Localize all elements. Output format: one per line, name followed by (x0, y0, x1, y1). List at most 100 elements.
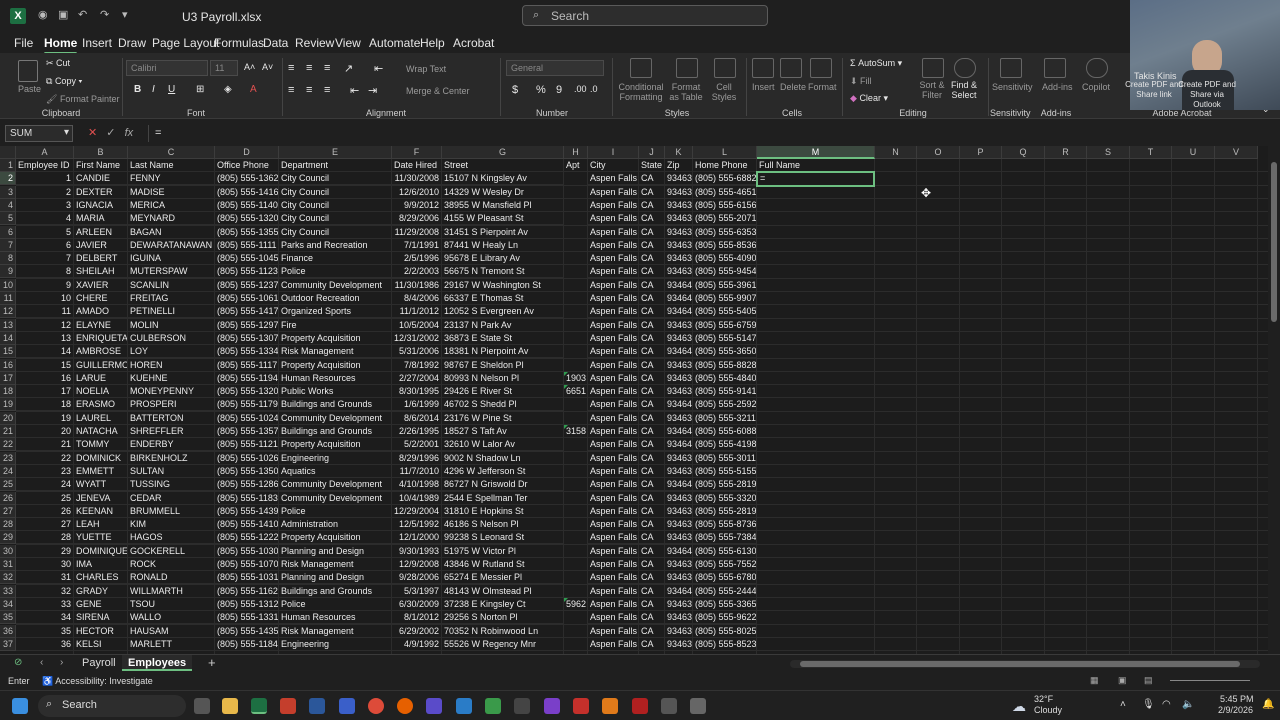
cell-B23[interactable]: DOMINICK (74, 451, 128, 465)
cell-D21[interactable]: (805) 555-1357 (215, 425, 279, 438)
cell-F7[interactable]: 7/1/1991 (392, 238, 442, 252)
tab-data[interactable]: Data (263, 36, 288, 50)
save-icon[interactable]: ▣ (58, 8, 68, 24)
normal-view-icon[interactable]: ▦ (1090, 675, 1099, 686)
cell-B36[interactable]: HECTOR (74, 624, 128, 638)
cell-B12[interactable]: AMADO (74, 305, 128, 319)
row-header[interactable]: 24 (0, 464, 16, 478)
cell-J36[interactable]: CA (639, 624, 665, 638)
cell-J10[interactable]: CA (639, 278, 665, 292)
currency-icon[interactable]: $ (512, 84, 518, 96)
cell-E13[interactable]: Fire (279, 318, 392, 332)
cell-J28[interactable]: CA (639, 518, 665, 532)
search-box[interactable]: ⌕ Search (522, 5, 768, 26)
cell-L7[interactable]: (805) 555-8536 (693, 238, 757, 252)
cell-F13[interactable]: 10/5/2004 (392, 318, 442, 332)
row-header[interactable]: 32 (0, 571, 16, 585)
cell-K13[interactable]: 93463 (665, 318, 693, 332)
cell-L12[interactable]: (805) 555-5405 (693, 305, 757, 319)
cell-L14[interactable]: (805) 555-5147 (693, 331, 757, 345)
row-header[interactable]: 27 (0, 504, 16, 518)
cell-K24[interactable]: 93463 (665, 464, 693, 478)
cell-K31[interactable]: 93463 (665, 558, 693, 571)
row-header[interactable]: 23 (0, 451, 16, 465)
cell-E19[interactable]: Buildings and Grounds (279, 398, 392, 412)
cell-E11[interactable]: Outdoor Recreation (279, 292, 392, 305)
cell-E7[interactable]: Parks and Recreation (279, 238, 392, 252)
cell-A18[interactable]: 17 (16, 385, 74, 399)
wrap-text-button[interactable]: Wrap Text (406, 64, 446, 74)
cell-L22[interactable]: (805) 555-4198 (693, 438, 757, 452)
column-header-A[interactable]: A (16, 146, 74, 159)
row-header[interactable]: 26 (0, 491, 16, 505)
cell-C8[interactable]: IGUINA (128, 252, 215, 266)
cell-A21[interactable]: 20 (16, 425, 74, 438)
cell-I23[interactable]: Aspen Falls (588, 451, 639, 465)
cell-L23[interactable]: (805) 555-3011 (693, 451, 757, 465)
cell-B6[interactable]: ARLEEN (74, 225, 128, 239)
cell-B21[interactable]: NATACHA (74, 425, 128, 438)
column-header-S[interactable]: S (1087, 146, 1130, 159)
cell-C31[interactable]: ROCK (128, 558, 215, 571)
tab-insert[interactable]: Insert (82, 36, 112, 50)
cell-K10[interactable]: 93464 (665, 278, 693, 292)
cell-L6[interactable]: (805) 555-6353 (693, 225, 757, 239)
cell-A24[interactable]: 23 (16, 464, 74, 478)
cell-G16[interactable]: 98767 E Sheldon Pl (442, 358, 564, 372)
row-header[interactable]: 30 (0, 544, 16, 558)
cell-E25[interactable]: Community Development (279, 478, 392, 492)
cell-K19[interactable]: 93464 (665, 398, 693, 412)
cell-B18[interactable]: NOELIA (74, 385, 128, 399)
cell-E2[interactable]: City Council (279, 172, 392, 186)
cell-B3[interactable]: DEXTER (74, 185, 128, 199)
cell-J27[interactable]: CA (639, 504, 665, 518)
clock-time[interactable]: 5:45 PM (1220, 694, 1254, 704)
cell-L29[interactable]: (805) 555-7384 (693, 531, 757, 545)
cell-L30[interactable]: (805) 555-6130 (693, 544, 757, 558)
cell-B33[interactable]: GRADY (74, 584, 128, 598)
cell-D24[interactable]: (805) 555-1350 (215, 464, 279, 478)
cell-F37[interactable]: 4/9/1992 (392, 637, 442, 651)
column-header-K[interactable]: K (665, 146, 693, 159)
cell-F33[interactable]: 5/3/1997 (392, 584, 442, 598)
cell-E4[interactable]: City Council (279, 198, 392, 212)
cell-L27[interactable]: (805) 555-2819 (693, 504, 757, 518)
row-header[interactable]: 25 (0, 478, 16, 492)
cell-C5[interactable]: MEYNARD (128, 212, 215, 226)
cell-I31[interactable]: Aspen Falls (588, 558, 639, 571)
insert-function-icon[interactable]: fx (125, 127, 134, 139)
cell-B28[interactable]: LEAH (74, 518, 128, 532)
cell-A33[interactable]: 32 (16, 584, 74, 598)
cell-F4[interactable]: 9/9/2012 (392, 198, 442, 212)
column-header-E[interactable]: E (279, 146, 392, 159)
cell-A26[interactable]: 25 (16, 491, 74, 505)
cell-I32[interactable]: Aspen Falls (588, 571, 639, 585)
cell-G6[interactable]: 31451 S Pierpoint Av (442, 225, 564, 239)
cell-L26[interactable]: (805) 555-3320 (693, 491, 757, 505)
column-header-I[interactable]: I (588, 146, 639, 159)
cell-J2[interactable]: CA (639, 172, 665, 186)
cell-I2[interactable]: Aspen Falls (588, 172, 639, 186)
cell-D6[interactable]: (805) 555-1355 (215, 225, 279, 239)
cell-A27[interactable]: 26 (16, 504, 74, 518)
cell-I17[interactable]: Aspen Falls (588, 371, 639, 385)
cell-G34[interactable]: 37238 E Kingsley Ct (442, 597, 564, 611)
row-header[interactable]: 28 (0, 518, 16, 532)
row-header[interactable]: 36 (0, 624, 16, 638)
microphone-icon[interactable]: 🎙 (1142, 699, 1155, 710)
row-header[interactable]: 2 (0, 172, 16, 186)
cell-F6[interactable]: 11/29/2008 (392, 225, 442, 239)
cell-A37[interactable]: 36 (16, 637, 74, 651)
cell-D31[interactable]: (805) 555-1070 (215, 558, 279, 571)
decrease-indent-icon[interactable]: ⇤ (350, 84, 359, 97)
cell-E36[interactable]: Risk Management (279, 624, 392, 638)
cancel-icon[interactable]: ✕ (88, 127, 97, 139)
sensitivity-button[interactable]: Sensitivity (992, 82, 1033, 92)
cell-I1[interactable]: City (588, 159, 639, 172)
cell-J37[interactable]: CA (639, 637, 665, 651)
sheet-settings-icon[interactable]: ⊘ (14, 657, 22, 668)
cell-F17[interactable]: 2/27/2004 (392, 371, 442, 385)
cell-E33[interactable]: Buildings and Grounds (279, 584, 392, 598)
cell-A31[interactable]: 30 (16, 558, 74, 571)
cell-A10[interactable]: 9 (16, 278, 74, 292)
